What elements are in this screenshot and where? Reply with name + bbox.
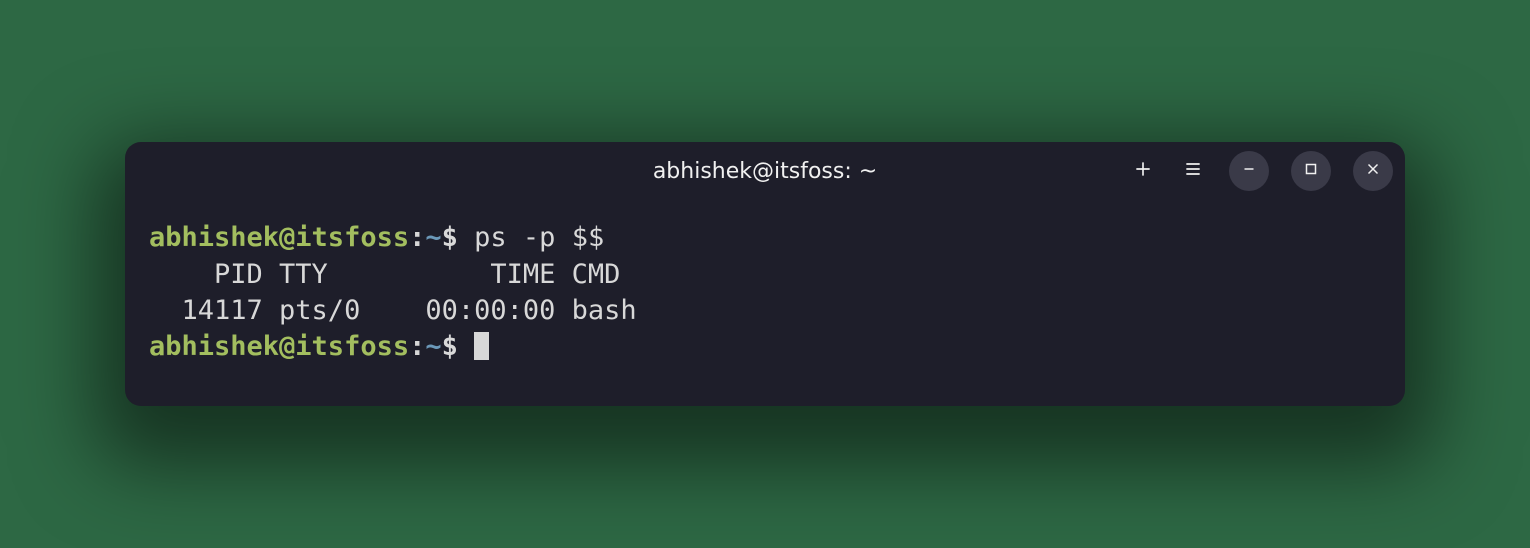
prompt-path: ~ (425, 222, 441, 253)
window-title: abhishek@itsfoss: ~ (653, 159, 877, 184)
terminal-line: abhishek@itsfoss:~$ (149, 329, 1381, 365)
maximize-button[interactable] (1291, 151, 1331, 191)
prompt-path: ~ (425, 331, 441, 362)
command-text (458, 331, 474, 362)
minimize-icon (1240, 160, 1258, 182)
titlebar: abhishek@itsfoss: ~ (125, 142, 1405, 200)
cursor (474, 332, 489, 360)
close-button[interactable] (1353, 151, 1393, 191)
output-header: PID TTY TIME CMD (149, 257, 1381, 293)
titlebar-controls (1129, 151, 1393, 191)
close-icon (1364, 160, 1382, 182)
menu-button[interactable] (1179, 157, 1207, 185)
command-text: ps -p $$ (458, 222, 604, 253)
prompt-symbol: $ (442, 331, 458, 362)
prompt-symbol: $ (442, 222, 458, 253)
minimize-button[interactable] (1229, 151, 1269, 191)
terminal-window: abhishek@itsfoss: ~ (125, 142, 1405, 406)
prompt-user-host: abhishek@itsfoss (149, 331, 409, 362)
prompt-user-host: abhishek@itsfoss (149, 222, 409, 253)
new-tab-button[interactable] (1129, 157, 1157, 185)
terminal-line: abhishek@itsfoss:~$ ps -p $$ (149, 220, 1381, 256)
output-row: 14117 pts/0 00:00:00 bash (149, 293, 1381, 329)
plus-icon (1133, 159, 1153, 183)
maximize-icon (1302, 160, 1320, 182)
hamburger-icon (1183, 159, 1203, 183)
prompt-separator: : (409, 331, 425, 362)
prompt-separator: : (409, 222, 425, 253)
terminal-body[interactable]: abhishek@itsfoss:~$ ps -p $$ PID TTY TIM… (125, 200, 1405, 406)
